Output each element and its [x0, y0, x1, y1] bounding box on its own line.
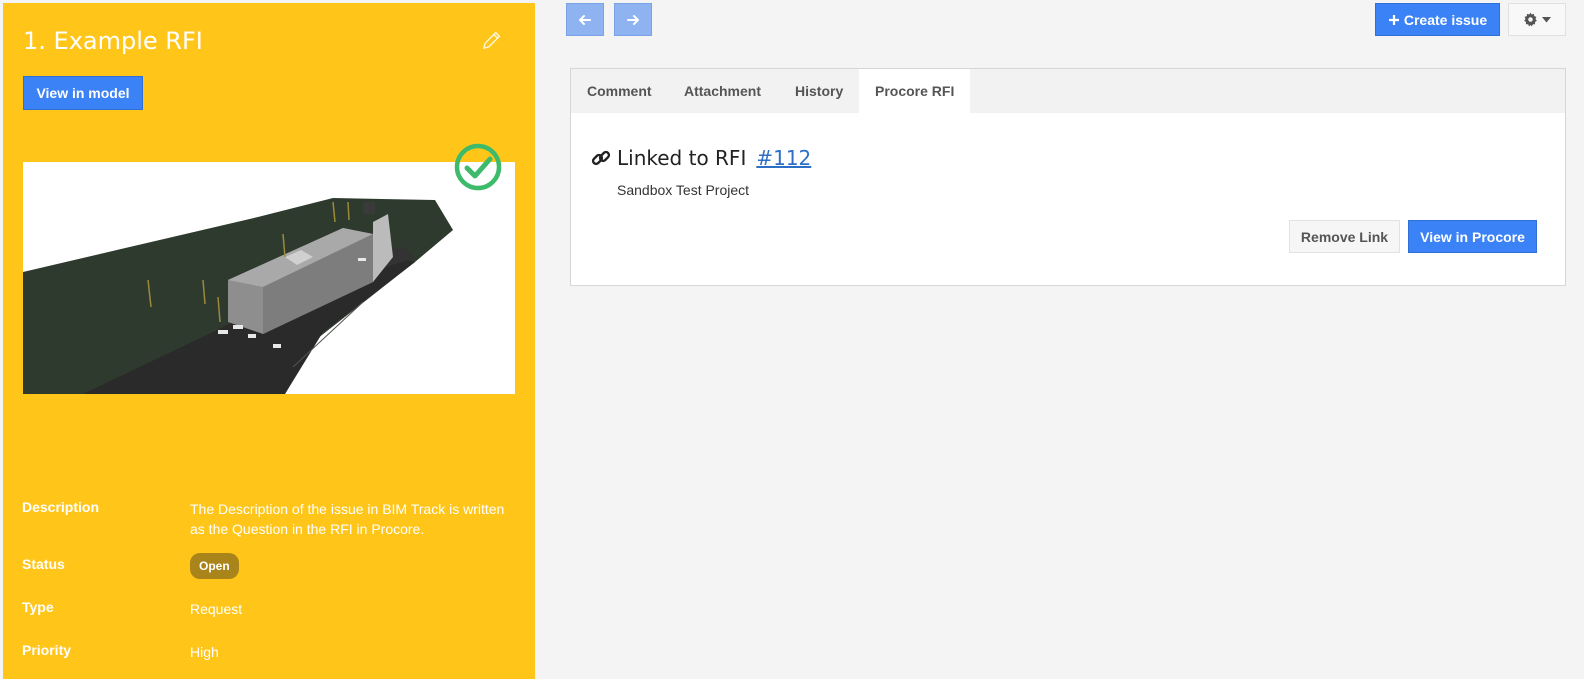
- linked-rfi-heading: Linked to RFI #112: [591, 146, 811, 170]
- status-row: Status Open: [22, 553, 522, 579]
- priority-row: Priority High: [22, 642, 522, 662]
- priority-value: High: [190, 644, 219, 660]
- settings-dropdown-button[interactable]: [1508, 3, 1566, 36]
- arrow-right-icon: [627, 14, 639, 25]
- issue-title: 1. Example RFI: [23, 27, 203, 55]
- issue-detail-panel: 1. Example RFI View in model Description…: [3, 3, 535, 679]
- status-label: Status: [22, 556, 65, 572]
- create-issue-button[interactable]: Create issue: [1375, 3, 1500, 36]
- caret-down-icon: [1542, 16, 1551, 22]
- status-value-cell: Open: [190, 553, 512, 579]
- tab-procore-rfi[interactable]: Procore RFI: [859, 69, 971, 113]
- type-value: Request: [190, 601, 243, 617]
- view-in-model-button[interactable]: View in model: [23, 76, 143, 110]
- priority-label: Priority: [22, 642, 72, 658]
- link-icon: [591, 150, 611, 166]
- model-snapshot-image[interactable]: [23, 162, 515, 394]
- description-label: Description: [22, 499, 100, 515]
- description-row: Description The Description of the issue…: [22, 499, 522, 539]
- tab-history[interactable]: History: [779, 69, 859, 113]
- linked-to-rfi-text: Linked to RFI: [617, 146, 747, 170]
- type-row: Type Request: [22, 599, 522, 619]
- tab-comment[interactable]: Comment: [571, 69, 668, 113]
- rfi-card: Comment Attachment History Procore RFI L…: [570, 68, 1566, 286]
- type-label: Type: [22, 599, 54, 615]
- project-name: Sandbox Test Project: [617, 182, 750, 198]
- plus-icon: [1388, 14, 1399, 25]
- view-in-procore-button[interactable]: View in Procore: [1408, 220, 1537, 253]
- pencil-icon[interactable]: [481, 29, 503, 51]
- description-value: The Description of the issue in BIM Trac…: [190, 501, 505, 537]
- gear-icon: [1524, 12, 1537, 27]
- tab-bar: Comment Attachment History Procore RFI: [571, 69, 1565, 113]
- create-issue-label: Create issue: [1403, 11, 1488, 28]
- previous-issue-button[interactable]: [566, 3, 604, 36]
- resolved-check-icon: [454, 143, 502, 191]
- status-badge: Open: [190, 553, 239, 579]
- next-issue-button[interactable]: [614, 3, 652, 36]
- remove-link-button[interactable]: Remove Link: [1289, 220, 1400, 253]
- tab-attachment[interactable]: Attachment: [668, 69, 777, 113]
- arrow-left-icon: [579, 14, 591, 25]
- rfi-number-link[interactable]: #112: [756, 146, 811, 170]
